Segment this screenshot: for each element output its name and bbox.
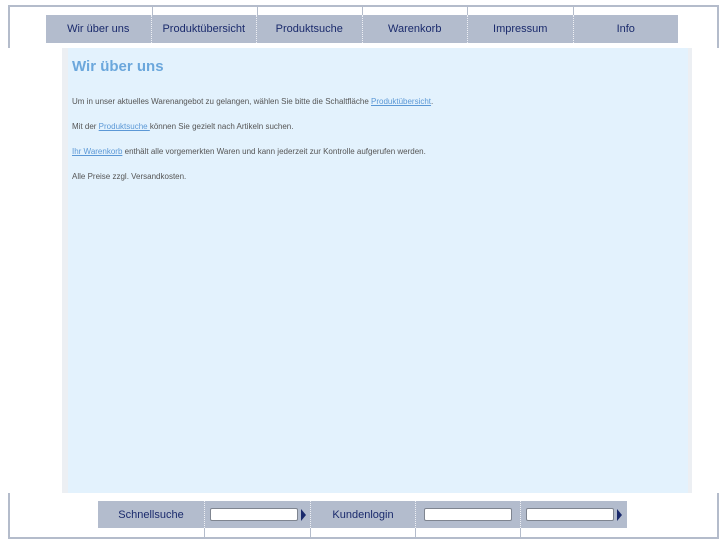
- quicksearch-label-cell: Schnellsuche: [98, 501, 204, 528]
- warenkorb-link[interactable]: Ihr Warenkorb: [72, 147, 122, 156]
- produktsuche-link[interactable]: Produktsuche: [99, 122, 150, 131]
- search-text: Mit der: [72, 122, 99, 131]
- nav-tab-warenkorb[interactable]: Warenkorb: [361, 15, 468, 43]
- intro-text-end: .: [431, 97, 434, 106]
- cart-text: enthält alle vorgemerkten Waren und kann…: [122, 147, 426, 156]
- quicksearch-label: Schnellsuche: [118, 508, 184, 521]
- login-label: Kundenlogin: [332, 508, 394, 521]
- frame-right-border-top: [717, 5, 719, 48]
- prices-note: Alle Preise zzgl. Versandkosten.: [72, 172, 187, 181]
- nav-tab-wir-ueber-uns[interactable]: Wir über uns: [46, 15, 151, 43]
- main-nav: Wir über uns Produktübersicht Produktsuc…: [46, 15, 678, 43]
- cart-paragraph: Ihr Warenkorb enthält alle vorgemerkten …: [72, 147, 426, 156]
- login-password-cell: [520, 501, 627, 528]
- search-text-end: können Sie gezielt nach Artikeln suchen.: [149, 122, 294, 131]
- frame-left-border-bottom: [8, 493, 10, 538]
- footer-bar: Schnellsuche Kundenlogin: [98, 501, 627, 528]
- intro-text: Um in unser aktuelles Warenangebot zu ge…: [72, 97, 371, 106]
- login-username-input[interactable]: [424, 508, 512, 521]
- nav-divider-line: [573, 5, 574, 15]
- frame-left-border-top: [8, 5, 10, 48]
- nav-tab-produktsuche[interactable]: Produktsuche: [256, 15, 362, 43]
- quicksearch-input[interactable]: [209, 508, 298, 521]
- search-paragraph: Mit der Produktsuche können Sie gezielt …: [72, 122, 293, 131]
- login-submit-arrow-icon[interactable]: [617, 508, 622, 521]
- intro-paragraph: Um in unser aktuelles Warenangebot zu ge…: [72, 97, 433, 106]
- quicksearch-submit-arrow-icon[interactable]: [300, 508, 306, 521]
- frame-top-border: [8, 5, 719, 7]
- nav-tab-info[interactable]: Info: [572, 15, 679, 43]
- frame-bottom-border: [8, 537, 719, 539]
- login-label-cell: Kundenlogin: [310, 501, 415, 528]
- page-title: Wir über uns: [72, 58, 164, 75]
- nav-divider-line: [257, 5, 258, 15]
- content-panel: Wir über uns Um in unser aktuelles Waren…: [62, 48, 692, 493]
- produktuebersicht-link[interactable]: Produktübersicht: [371, 97, 431, 106]
- quicksearch-input-cell: [204, 501, 310, 528]
- login-password-input[interactable]: [526, 508, 614, 521]
- nav-tab-impressum[interactable]: Impressum: [467, 15, 573, 43]
- frame-right-border-bottom: [717, 493, 719, 538]
- nav-divider-line: [152, 5, 153, 15]
- login-user-cell: [415, 501, 520, 528]
- nav-tab-produktuebersicht[interactable]: Produktübersicht: [150, 15, 257, 43]
- nav-divider-line: [362, 5, 363, 15]
- nav-divider-line: [467, 5, 468, 15]
